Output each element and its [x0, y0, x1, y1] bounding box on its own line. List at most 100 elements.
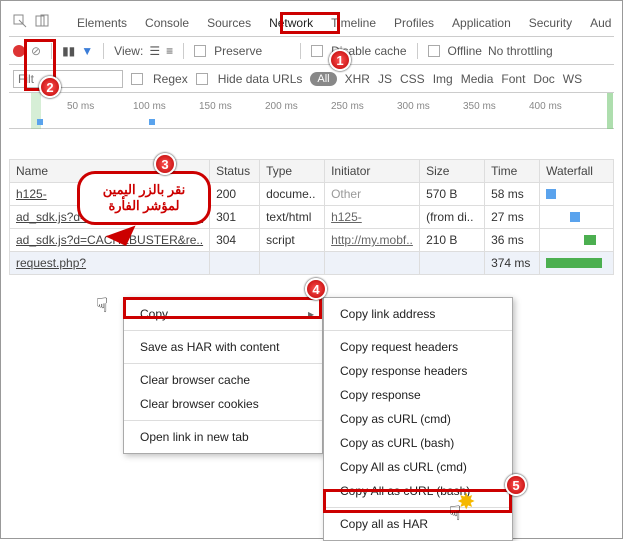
cell-type [260, 252, 325, 275]
cell-time: 58 ms [485, 183, 540, 206]
badge-2: 2 [39, 76, 61, 98]
menu-copy-link[interactable]: Copy link address [324, 302, 512, 326]
disable-cache-checkbox[interactable] [311, 45, 323, 57]
cell-initiator[interactable]: h125- [325, 206, 420, 229]
tab-security[interactable]: Security [521, 12, 580, 34]
filter-media[interactable]: Media [461, 72, 494, 86]
record-icon[interactable] [13, 45, 25, 57]
timeline-tick: 300 ms [397, 101, 430, 112]
regex-label: Regex [153, 72, 188, 86]
cell-status [210, 252, 260, 275]
menu-copy-all-curl-bash[interactable]: Copy All as cURL (bash) [324, 479, 512, 503]
filter-css[interactable]: CSS [400, 72, 425, 86]
timeline-tick: 50 ms [67, 101, 94, 112]
menu-copy-res-headers[interactable]: Copy response headers [324, 359, 512, 383]
timeline-overview[interactable]: 50 ms 100 ms 150 ms 200 ms 250 ms 300 ms… [9, 93, 614, 129]
cell-size: 570 B [420, 183, 485, 206]
tab-timeline[interactable]: Timeline [323, 12, 384, 34]
filter-js[interactable]: JS [378, 72, 392, 86]
menu-clear-cookies[interactable]: Clear browser cookies [124, 392, 322, 416]
timeline-tick: 250 ms [331, 101, 364, 112]
col-type[interactable]: Type [260, 160, 325, 183]
filter-doc[interactable]: Doc [533, 72, 554, 86]
menu-copy-all-curl-cmd[interactable]: Copy All as cURL (cmd) [324, 455, 512, 479]
menu-copy-curl-cmd[interactable]: Copy as cURL (cmd) [324, 407, 512, 431]
menu-copy-curl-bash[interactable]: Copy as cURL (bash) [324, 431, 512, 455]
cell-status: 200 [210, 183, 260, 206]
cursor-icon: ☟ [96, 293, 108, 318]
cell-size: (from di.. [420, 206, 485, 229]
context-menu-main: Copy Save as HAR with content Clear brow… [123, 297, 323, 454]
offline-label: Offline [448, 44, 482, 58]
speech-bubble: نقر بالزر اليمين لمؤشر الفأرة [77, 171, 211, 225]
tab-console[interactable]: Console [137, 12, 197, 34]
tab-profiles[interactable]: Profiles [386, 12, 442, 34]
cell-size: 210 B [420, 229, 485, 252]
menu-copy-req-headers[interactable]: Copy request headers [324, 335, 512, 359]
tab-application[interactable]: Application [444, 12, 519, 34]
hide-data-label: Hide data URLs [218, 72, 303, 86]
tab-network[interactable]: Network [261, 12, 321, 34]
tab-sources[interactable]: Sources [199, 12, 259, 34]
menu-copy[interactable]: Copy [124, 302, 322, 326]
col-waterfall[interactable]: Waterfall [540, 160, 614, 183]
view-small-icon[interactable]: ≡ [166, 44, 173, 58]
timeline-tick: 150 ms [199, 101, 232, 112]
col-status[interactable]: Status [210, 160, 260, 183]
cell-initiator[interactable]: Other [325, 183, 420, 206]
inspect-icon[interactable] [13, 14, 27, 31]
tab-elements[interactable]: Elements [69, 12, 135, 34]
filter-icon[interactable]: ▼ [81, 44, 93, 58]
device-icon[interactable] [35, 14, 49, 31]
screenshot-icon[interactable]: ▮▮ [62, 44, 75, 58]
hide-data-checkbox[interactable] [196, 73, 208, 85]
view-label: View: [114, 44, 143, 58]
cell-time: 374 ms [485, 252, 540, 275]
cell-type: script [260, 229, 325, 252]
col-size[interactable]: Size [420, 160, 485, 183]
col-time[interactable]: Time [485, 160, 540, 183]
cell-time: 27 ms [485, 206, 540, 229]
throttling-select[interactable]: No throttling [488, 44, 553, 58]
filter-ws[interactable]: WS [563, 72, 582, 86]
badge-4: 4 [305, 278, 327, 300]
filter-input[interactable] [13, 70, 123, 88]
menu-clear-cache[interactable]: Clear browser cache [124, 368, 322, 392]
timeline-tick: 100 ms [133, 101, 166, 112]
devtools-tabs: Elements Console Sources Network Timelin… [9, 9, 614, 37]
filter-bar: Regex Hide data URLs All XHR JS CSS Img … [9, 65, 614, 93]
cell-initiator[interactable]: http://my.mobf.. [325, 229, 420, 252]
timeline-tick: 400 ms [529, 101, 562, 112]
view-large-icon[interactable]: ☰ [149, 44, 160, 58]
network-toolbar: ⊘ ▮▮ ▼ View: ☰ ≡ Preserve Disable cache … [9, 37, 614, 65]
menu-open-tab[interactable]: Open link in new tab [124, 425, 322, 449]
menu-copy-response[interactable]: Copy response [324, 383, 512, 407]
filter-all[interactable]: All [310, 72, 336, 86]
badge-1: 1 [329, 49, 351, 71]
cell-name[interactable]: request.php? [10, 252, 210, 275]
cell-type: docume.. [260, 183, 325, 206]
cell-status: 301 [210, 206, 260, 229]
preserve-log-label: Preserve [214, 44, 262, 58]
badge-3: 3 [154, 153, 176, 175]
cell-waterfall [540, 252, 614, 275]
badge-5: 5 [505, 474, 527, 496]
timeline-tick: 200 ms [265, 101, 298, 112]
table-row[interactable]: ad_sdk.js?d=CACHEBUSTER&re..304scripthtt… [10, 229, 614, 252]
filter-xhr[interactable]: XHR [345, 72, 370, 86]
tab-audits[interactable]: Aud [582, 12, 619, 34]
clear-icon[interactable]: ⊘ [31, 44, 41, 58]
filter-img[interactable]: Img [433, 72, 453, 86]
offline-checkbox[interactable] [428, 45, 440, 57]
cell-time: 36 ms [485, 229, 540, 252]
table-row[interactable]: request.php? 374 ms [10, 252, 614, 275]
cell-waterfall [540, 183, 614, 206]
menu-copy-all-har[interactable]: Copy all as HAR [324, 512, 512, 536]
preserve-log-checkbox[interactable] [194, 45, 206, 57]
cell-status: 304 [210, 229, 260, 252]
col-initiator[interactable]: Initiator [325, 160, 420, 183]
cell-initiator[interactable] [325, 252, 420, 275]
menu-save-har[interactable]: Save as HAR with content [124, 335, 322, 359]
regex-checkbox[interactable] [131, 73, 143, 85]
filter-font[interactable]: Font [501, 72, 525, 86]
